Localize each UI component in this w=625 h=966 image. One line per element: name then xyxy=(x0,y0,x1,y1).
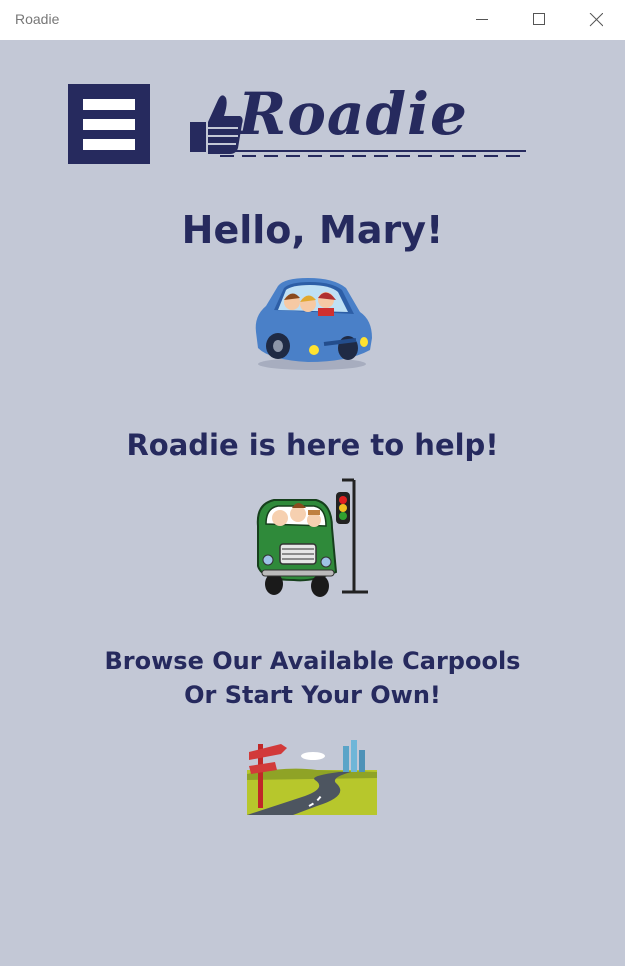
minimize-button[interactable] xyxy=(459,0,505,40)
logo-text: Roadie xyxy=(238,80,468,148)
greeting-heading: Hello, Mary! xyxy=(181,208,444,252)
logo-road-underline xyxy=(220,150,526,157)
blue-car-family-illustration xyxy=(255,278,372,370)
green-car-traffic-light-illustration xyxy=(256,478,368,597)
roadie-logo: Roadie xyxy=(186,80,528,162)
hamburger-menu-button[interactable] xyxy=(68,84,150,164)
minimize-icon xyxy=(476,19,488,20)
browse-line-1: Browse Our Available Carpools xyxy=(104,647,521,675)
window-title: Roadie xyxy=(15,11,60,27)
browse-line-2: Or Start Your Own! xyxy=(184,681,441,709)
browse-carpools-heading: Browse Our Available Carpools Or Start Y… xyxy=(0,644,625,712)
tagline-heading: Roadie is here to help! xyxy=(126,428,499,462)
winding-road-signpost-illustration xyxy=(247,740,377,815)
maximize-icon xyxy=(533,13,545,25)
close-button[interactable] xyxy=(573,0,619,40)
thumbs-up-icon xyxy=(190,95,243,154)
maximize-button[interactable] xyxy=(516,0,562,40)
window-title-bar: Roadie xyxy=(0,0,625,40)
close-icon xyxy=(589,13,603,27)
